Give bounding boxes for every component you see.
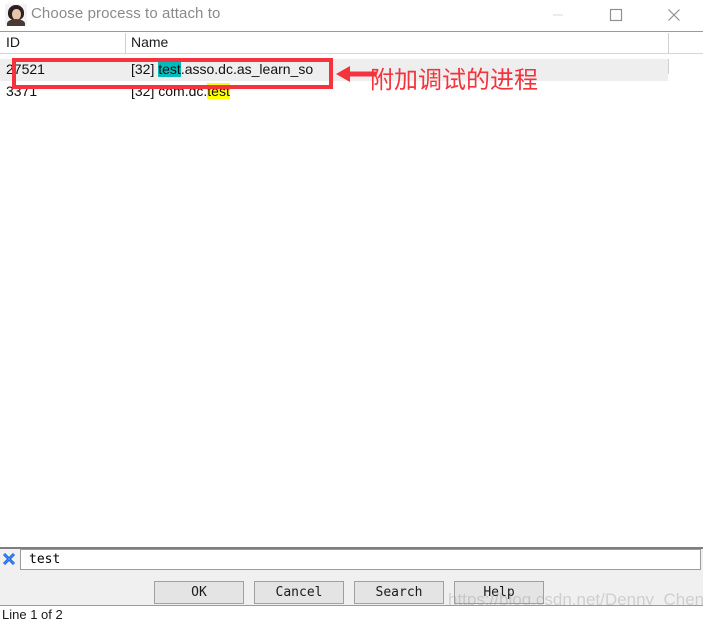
close-button[interactable]	[651, 0, 696, 30]
status-bar: Line 1 of 2	[0, 605, 703, 621]
column-header-name[interactable]: Name	[131, 34, 168, 50]
window-title: Choose process to attach to	[31, 5, 221, 22]
blue-x-clear-icon[interactable]	[1, 551, 17, 567]
process-name: [32] com.dc.test	[131, 83, 230, 99]
maximize-button[interactable]	[593, 0, 638, 30]
process-name-match: test	[158, 61, 181, 77]
process-name-match: test	[207, 83, 230, 99]
choose-process-dialog: Choose process to attach to ID Name 2752…	[0, 0, 703, 621]
column-header-id[interactable]: ID	[6, 34, 20, 50]
help-button[interactable]: Help	[454, 581, 544, 604]
table-header: ID Name	[0, 31, 703, 54]
column-divider[interactable]	[668, 33, 669, 54]
table-row[interactable]: 27521 [32] test.asso.dc.as_learn_so	[0, 59, 669, 81]
process-name-prefix: [32] com.dc.	[131, 83, 208, 99]
column-divider[interactable]	[125, 33, 126, 54]
process-list: 27521 [32] test.asso.dc.as_learn_so 3371…	[0, 54, 703, 540]
person-avatar-icon	[5, 4, 27, 26]
status-text: Line 1 of 2	[2, 607, 63, 621]
process-name-suffix: .asso.dc.as_learn_so	[180, 61, 314, 77]
process-id: 3371	[6, 83, 38, 99]
ok-button[interactable]: OK	[154, 581, 244, 604]
process-id: 27521	[6, 61, 45, 77]
minimize-button[interactable]	[535, 0, 580, 30]
search-input[interactable]	[20, 549, 701, 570]
process-name-prefix: [32]	[131, 61, 159, 77]
title-bar: Choose process to attach to	[0, 0, 703, 31]
process-name: [32] test.asso.dc.as_learn_so	[131, 61, 313, 77]
cancel-button[interactable]: Cancel	[254, 581, 344, 604]
table-row[interactable]: 3371 [32] com.dc.test	[0, 81, 668, 103]
dialog-button-bar: OK Cancel Search Help	[0, 571, 703, 605]
search-button[interactable]: Search	[354, 581, 444, 604]
